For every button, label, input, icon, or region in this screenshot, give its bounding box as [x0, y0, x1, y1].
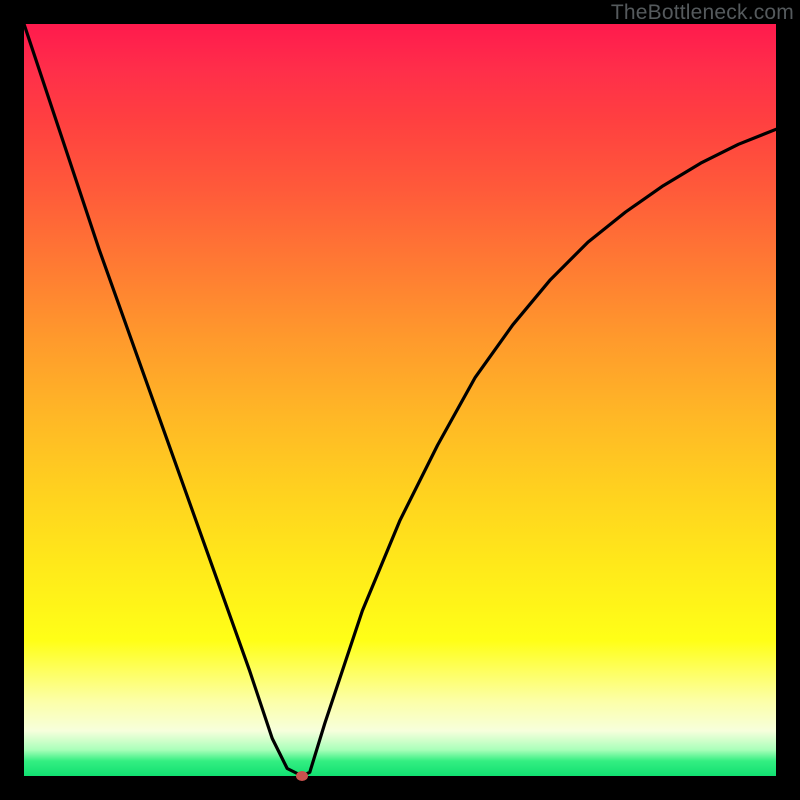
- bottleneck-curve: [24, 24, 776, 776]
- plot-area: [24, 24, 776, 776]
- watermark-text: TheBottleneck.com: [611, 1, 794, 25]
- chart-stage: TheBottleneck.com: [0, 0, 800, 800]
- curve-svg: [24, 24, 776, 776]
- optimal-point-marker: [296, 771, 308, 781]
